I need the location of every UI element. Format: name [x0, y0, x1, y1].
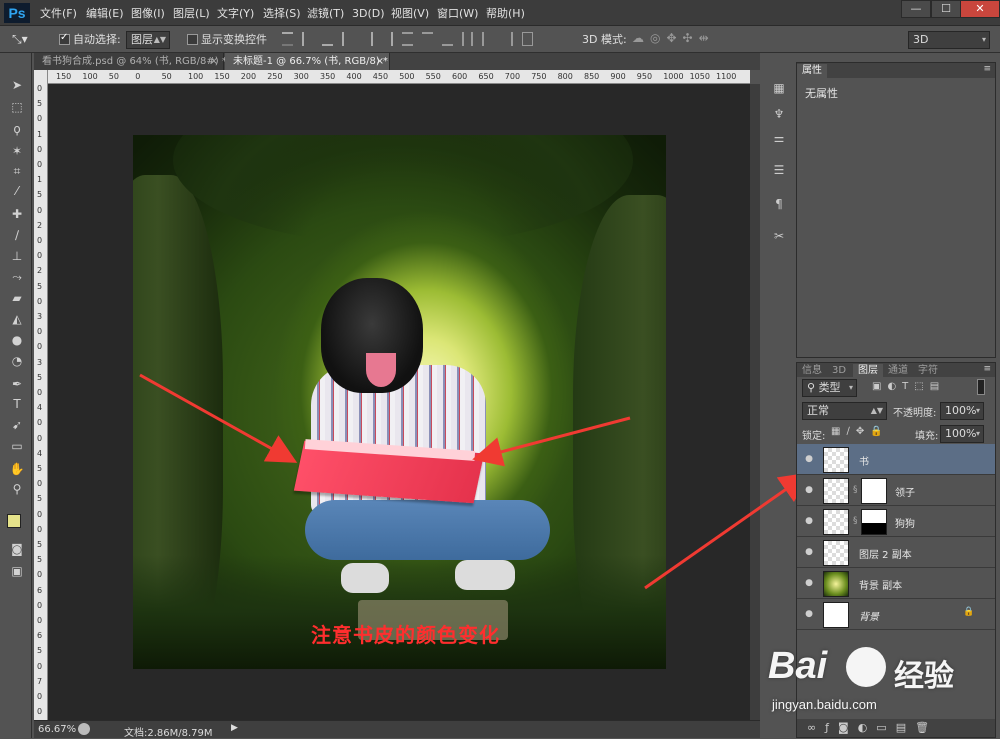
layer-thumbnail — [823, 447, 849, 473]
chain-link-icon[interactable]: § — [853, 516, 858, 526]
document-size: 文档:2.86M/8.79M — [124, 728, 213, 739]
share-icon[interactable] — [78, 723, 90, 735]
watermark-brand-2: 经验 — [894, 660, 954, 693]
lock-label: 锁定: — [802, 431, 826, 442]
layer-row-book[interactable]: ● 书 — [797, 444, 995, 475]
filter-toggle[interactable] — [977, 379, 985, 395]
adjust-icon[interactable]: ⚌ — [770, 130, 788, 146]
layer-thumbnail — [823, 602, 849, 628]
tools-icon[interactable]: ✂ — [770, 228, 788, 244]
layer-row-collar[interactable]: ● § 领子 — [797, 475, 995, 506]
paragraph-icon[interactable]: ¶ — [770, 196, 788, 212]
paragraph-align-icon[interactable]: ☰ — [770, 162, 788, 178]
tab-layers[interactable]: 图层 — [853, 364, 883, 378]
panel-icon-strip: ▦ ♆ ⚌ ☰ ¶ ✂ — [764, 60, 794, 360]
brush-presets-icon[interactable]: ♆ — [770, 106, 788, 122]
fill-input[interactable]: 100% ▾ — [940, 425, 984, 443]
paw-icon — [846, 647, 886, 687]
tab-info[interactable]: 信息 — [797, 364, 827, 378]
eye-icon[interactable]: ● — [803, 608, 815, 620]
zoom-level[interactable]: 66.67% — [38, 724, 76, 735]
watermark-brand: Bai — [768, 645, 828, 687]
layers-panel-header: 信息 3D 图层 通道 字符 ≡ — [797, 363, 995, 378]
panel-menu-icon[interactable]: ≡ — [983, 364, 991, 374]
panel-menu-icon[interactable]: ≡ — [983, 64, 991, 74]
eye-icon[interactable]: ● — [803, 577, 815, 589]
arrow-right — [472, 416, 631, 467]
layer-name: 书 — [859, 457, 869, 468]
opacity-value: 100% — [945, 404, 977, 417]
opacity-input[interactable]: 100% ▾ — [940, 402, 984, 420]
layer-mask-thumbnail — [861, 478, 887, 504]
watermark-url: jingyan.baidu.com — [772, 697, 877, 712]
eye-icon[interactable]: ● — [803, 453, 815, 465]
tab-character[interactable]: 字符 — [913, 364, 943, 378]
layer-filter-select[interactable]: ⚲ 类型 ▾ — [802, 379, 857, 397]
blend-mode-select[interactable]: 正常 ▲▼ — [802, 402, 887, 420]
layer-name: 图层 2 副本 — [859, 550, 912, 561]
arrow-left — [139, 373, 298, 463]
chevron-down-icon: ▾ — [848, 383, 853, 392]
layer-row-layer2-copy[interactable]: ● 图层 2 副本 — [797, 537, 995, 568]
status-bar: 66.67% 文档:2.86M/8.79M ▶ — [34, 720, 760, 739]
layer-name: 背景 — [859, 612, 879, 623]
layer-filter-value: 类型 — [818, 381, 841, 394]
lock-icons[interactable]: ▦∕✥🔒 — [831, 426, 889, 437]
layer-mask-thumbnail — [861, 509, 887, 535]
layers-panel-footer: ∞ƒ◙◐▭▤🗑 — [797, 719, 995, 737]
layer-row-dog[interactable]: ● § 狗狗 — [797, 506, 995, 537]
eye-icon[interactable]: ● — [803, 484, 815, 496]
tab-3d[interactable]: 3D — [827, 364, 851, 378]
layer-thumbnail — [823, 571, 849, 597]
baidu-watermark: Bai 经验 jingyan.baidu.com — [768, 645, 998, 720]
layer-row-background[interactable]: ● 背景 🔒 — [797, 599, 995, 630]
annotation-text: 注意书皮的颜色变化 — [311, 623, 500, 647]
layer-thumbnail — [823, 540, 849, 566]
tab-channels[interactable]: 通道 — [883, 364, 913, 378]
arrow-to-layer — [644, 472, 810, 590]
layer-row-background-copy[interactable]: ● 背景 副本 — [797, 568, 995, 599]
chevron-down-icon: ▾ — [975, 406, 980, 415]
lock-icon: 🔒 — [963, 607, 975, 617]
chevron-down-icon: ▾ — [975, 429, 980, 438]
histogram-icon[interactable]: ▦ — [770, 80, 788, 96]
properties-panel-header: 属性 ≡ — [797, 63, 995, 78]
layer-thumbnail — [823, 478, 849, 504]
fill-label: 填充: — [915, 431, 939, 442]
layer-name: 领子 — [895, 488, 915, 499]
layer-filter-icons[interactable]: ▣◐T⬚▤ — [872, 381, 945, 392]
fill-value: 100% — [945, 427, 977, 440]
chain-link-icon[interactable]: § — [853, 485, 858, 495]
eye-icon[interactable]: ● — [803, 515, 815, 527]
blend-mode-value: 正常 — [807, 404, 829, 417]
properties-panel: 属性 ≡ 无属性 — [796, 62, 996, 358]
opacity-label: 不透明度: — [893, 408, 937, 419]
chevron-down-icon: ▲▼ — [870, 406, 883, 415]
properties-content: 无属性 — [805, 87, 838, 100]
status-menu-arrow-icon[interactable]: ▶ — [231, 723, 238, 733]
layer-name: 背景 副本 — [859, 581, 903, 592]
layer-thumbnail — [823, 509, 849, 535]
search-icon: ⚲ — [807, 381, 819, 394]
layer-name: 狗狗 — [895, 519, 915, 530]
layer-action-icons[interactable]: ∞ƒ◙◐▭▤🗑 — [807, 721, 938, 734]
eye-icon[interactable]: ● — [803, 546, 815, 558]
tab-properties[interactable]: 属性 — [797, 64, 827, 78]
